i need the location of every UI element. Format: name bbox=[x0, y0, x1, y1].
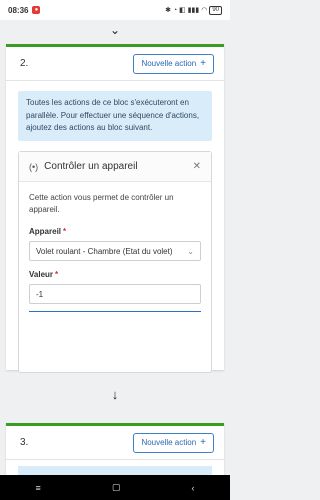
plus-icon: + bbox=[200, 436, 206, 448]
block-number: 3. bbox=[20, 437, 29, 448]
action-description: Cette action vous permet de contrôler un… bbox=[29, 193, 174, 214]
down-arrow-icon: ↓ bbox=[111, 386, 119, 402]
navigation-bar: ≡ ▢ ‹ bbox=[0, 475, 230, 500]
input-focus-underline bbox=[29, 311, 201, 312]
required-marker: * bbox=[55, 270, 59, 279]
required-marker: * bbox=[63, 227, 67, 236]
device-select[interactable]: Volet roulant - Chambre (Etat du volet) … bbox=[29, 241, 201, 261]
plus-icon: + bbox=[200, 57, 206, 69]
status-icons: ✱ ◔ ◧ ▮▮▮ ◠ 90 bbox=[165, 5, 222, 15]
parallel-info-box: Toutes les actions de ce bloc s'exécuter… bbox=[18, 91, 212, 141]
value-label: Valeur * bbox=[29, 270, 201, 279]
block-header: 2. Nouvelle action + bbox=[6, 47, 224, 81]
device-select-value: Volet roulant - Chambre (Etat du volet) bbox=[36, 246, 173, 256]
block-header: 3. Nouvelle action + bbox=[6, 426, 224, 460]
action-title: Contrôler un appareil bbox=[44, 161, 138, 172]
action-panel: (•) Contrôler un appareil ✕ Cette action… bbox=[18, 151, 212, 373]
device-label-text: Appareil bbox=[29, 227, 62, 236]
action-block: 2. Nouvelle action + Toutes les actions … bbox=[6, 44, 224, 373]
close-icon[interactable]: ✕ bbox=[193, 161, 201, 172]
value-label-text: Valeur bbox=[29, 270, 54, 279]
value-input[interactable]: -1 bbox=[29, 284, 201, 304]
action-header: (•) Contrôler un appareil ✕ bbox=[19, 152, 211, 182]
system-status-icons: ✱ ◔ ◧ ▮▮▮ ◠ bbox=[165, 7, 208, 14]
notification-app-icon: ● bbox=[32, 6, 41, 14]
back-icon[interactable]: ‹ bbox=[191, 483, 194, 493]
action-body: Cette action vous permet de contrôler un… bbox=[19, 182, 211, 312]
new-action-label: Nouvelle action bbox=[141, 438, 197, 447]
value-input-text: -1 bbox=[36, 289, 44, 299]
status-time: 08:36 bbox=[8, 5, 29, 15]
menu-icon[interactable]: ≡ bbox=[36, 483, 41, 493]
new-action-button[interactable]: Nouvelle action + bbox=[133, 432, 214, 453]
device-label: Appareil * bbox=[29, 227, 201, 236]
new-action-label: Nouvelle action bbox=[141, 59, 197, 68]
action-block: 3. Nouvelle action + bbox=[6, 423, 224, 486]
block-number: 2. bbox=[20, 58, 29, 69]
home-icon[interactable]: ▢ bbox=[112, 482, 121, 493]
down-arrow-icon: ⌄ bbox=[109, 23, 121, 37]
chevron-down-icon: ⌄ bbox=[187, 246, 194, 256]
battery-icon: 90 bbox=[209, 5, 222, 15]
remote-control-icon: (•) bbox=[29, 161, 39, 172]
status-bar: 08:36 ● ✱ ◔ ◧ ▮▮▮ ◠ 90 bbox=[0, 0, 230, 20]
new-action-button[interactable]: Nouvelle action + bbox=[133, 53, 214, 74]
